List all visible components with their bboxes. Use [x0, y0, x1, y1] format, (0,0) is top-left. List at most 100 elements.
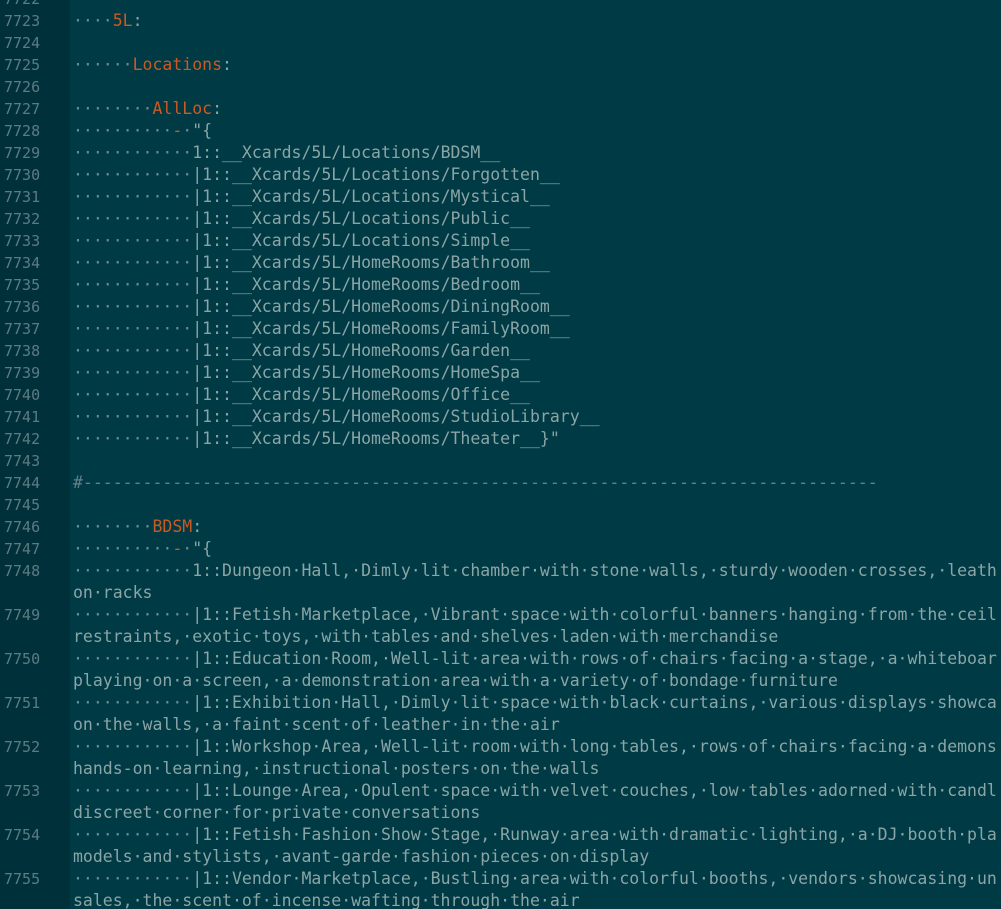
line-number: 7745 — [4, 496, 41, 514]
code-text: models·and·stylists,·avant-garde·fashion… — [73, 847, 650, 866]
code-line[interactable]: ············|1::__Xcards/5L/HomeRooms/Of… — [73, 384, 1001, 406]
line-number: 7750 — [4, 650, 41, 668]
code-line[interactable]: ············|1::__Xcards/5L/Locations/Pu… — [73, 208, 1001, 230]
code-line[interactable]: ············|1::Lounge·Area,·Opulent·spa… — [73, 780, 1001, 802]
line-number: 7751 — [4, 694, 41, 712]
code-text: |1::__Xcards/5L/HomeRooms/Garden__ — [192, 341, 530, 360]
whitespace-marker: ············ — [73, 165, 193, 184]
code-line[interactable]: ············|1::__Xcards/5L/HomeRooms/Ho… — [73, 362, 1001, 384]
code-line-wrap[interactable]: on·the·walls,·a·faint·scent·of·leather·i… — [73, 714, 1001, 736]
whitespace-marker: ·········· — [73, 121, 173, 140]
code-line[interactable]: ············|1::__Xcards/5L/HomeRooms/Ga… — [73, 340, 1001, 362]
line-number: 7742 — [4, 430, 41, 448]
code-text: |1::__Xcards/5L/HomeRooms/HomeSpa__ — [192, 363, 540, 382]
whitespace-marker: ············ — [73, 693, 193, 712]
line-number: 7734 — [4, 254, 41, 272]
yaml-key: - — [172, 539, 183, 558]
code-line-wrap[interactable]: on·racks — [73, 582, 1001, 604]
line-number: 7744 — [4, 474, 41, 492]
line-number: 7723 — [4, 12, 41, 30]
line-number: 7748 — [4, 562, 41, 580]
code-line[interactable]: ··········-·"{ — [73, 120, 1001, 142]
line-number: 7739 — [4, 364, 41, 382]
code-text: : — [192, 517, 203, 536]
line-number: 7754 — [4, 826, 41, 844]
code-text: |1::__Xcards/5L/HomeRooms/Theater__}" — [192, 429, 560, 448]
code-text: |1::__Xcards/5L/HomeRooms/DiningRoom__ — [192, 297, 570, 316]
comment-text: #---------------------------------------… — [73, 473, 878, 492]
code-editor[interactable]: 7722 7723 7724 7725 7726 7727 7728 7729 7730 7731… — [0, 0, 1001, 909]
whitespace-marker: ············ — [73, 187, 193, 206]
code-line[interactable] — [73, 450, 1001, 472]
code-line[interactable]: ············|1::Fetish·Marketplace,·Vibr… — [73, 604, 1001, 626]
line-number: 7724 — [4, 34, 41, 52]
code-text: |1::Workshop·Area,·Well-lit·room·with·lo… — [192, 737, 997, 756]
line-number: 7740 — [4, 386, 41, 404]
whitespace-marker: ············ — [73, 275, 193, 294]
whitespace-marker: ···· — [73, 11, 113, 30]
code-line[interactable]: ············|1::__Xcards/5L/Locations/Fo… — [73, 164, 1001, 186]
code-line[interactable]: ············|1::__Xcards/5L/HomeRooms/Fa… — [73, 318, 1001, 340]
code-line[interactable]: ············|1::__Xcards/5L/HomeRooms/Di… — [73, 296, 1001, 318]
whitespace-marker: ············ — [73, 385, 193, 404]
code-line-wrap[interactable]: sales,·the·scent·of·incense·wafting·thro… — [73, 890, 1001, 909]
code-text: restraints,·exotic·toys,·with·tables·and… — [73, 627, 779, 646]
line-number-wrap-spacer — [0, 670, 70, 692]
yaml-key: 5L — [112, 11, 133, 30]
code-text: |1::__Xcards/5L/HomeRooms/Bedroom__ — [192, 275, 540, 294]
code-line[interactable]: ············|1::__Xcards/5L/HomeRooms/Th… — [73, 428, 1001, 450]
code-line[interactable]: ··········-·"{ — [73, 538, 1001, 560]
code-line[interactable]: ············|1::Fetish·Fashion·Show·Stag… — [73, 824, 1001, 846]
code-line[interactable]: ········BDSM: — [73, 516, 1001, 538]
line-number-gutter: 7722 7723 7724 7725 7726 7727 7728 7729 7730 7731… — [0, 0, 70, 909]
code-line-wrap[interactable]: models·and·stylists,·avant-garde·fashion… — [73, 846, 1001, 868]
line-number: 7732 — [4, 210, 41, 228]
code-text: sales,·the·scent·of·incense·wafting·thro… — [73, 891, 580, 909]
code-text: : — [222, 55, 232, 74]
whitespace-marker: ············ — [73, 429, 193, 448]
code-line[interactable]: ············|1::__Xcards/5L/HomeRooms/Be… — [73, 274, 1001, 296]
code-line[interactable]: ······Locations: — [73, 54, 1001, 76]
whitespace-marker: ············ — [73, 231, 193, 250]
code-text: "{ — [192, 121, 213, 140]
code-line[interactable]: ············|1::Vendor·Marketplace,·Bust… — [73, 868, 1001, 890]
line-number: 7735 — [4, 276, 41, 294]
code-line[interactable]: ············|1::Exhibition·Hall,·Dimly·l… — [73, 692, 1001, 714]
code-line-wrap[interactable]: hands-on·learning,·instructional·posters… — [73, 758, 1001, 780]
code-area[interactable]: ····5L: ······Locations: ········AllLoc:… — [70, 0, 1001, 909]
code-line[interactable]: ············1::Dungeon·Hall,·Dimly·lit·c… — [73, 560, 1001, 582]
code-line[interactable]: ····5L: — [73, 10, 1001, 32]
code-line[interactable]: ············|1::Education·Room,·Well-lit… — [73, 648, 1001, 670]
code-line-wrap[interactable]: restraints,·exotic·toys,·with·tables·and… — [73, 626, 1001, 648]
line-number-wrap-spacer — [0, 846, 70, 868]
code-text: |1::Vendor·Marketplace,·Bustling·area·wi… — [192, 869, 997, 888]
whitespace-marker: ············ — [73, 825, 193, 844]
code-line[interactable] — [73, 76, 1001, 98]
code-line[interactable] — [73, 494, 1001, 516]
line-number: 7729 — [4, 144, 41, 162]
code-line[interactable]: #---------------------------------------… — [73, 472, 1001, 494]
whitespace-marker: ············ — [73, 869, 193, 888]
code-line[interactable]: ············|1::Workshop·Area,·Well-lit·… — [73, 736, 1001, 758]
code-text: |1::__Xcards/5L/Locations/Forgotten__ — [192, 165, 560, 184]
code-line[interactable]: ············1::__Xcards/5L/Locations/BDS… — [73, 142, 1001, 164]
code-line[interactable]: ········AllLoc: — [73, 98, 1001, 120]
whitespace-marker: ············ — [73, 363, 193, 382]
code-line[interactable]: ············|1::__Xcards/5L/HomeRooms/Ba… — [73, 252, 1001, 274]
code-text: playing·on·a·screen,·a·demonstration·are… — [73, 671, 838, 690]
code-text: on·racks — [73, 583, 153, 602]
code-line[interactable]: ············|1::__Xcards/5L/HomeRooms/St… — [73, 406, 1001, 428]
whitespace-marker: ············ — [73, 143, 193, 162]
code-line-wrap[interactable]: playing·on·a·screen,·a·demonstration·are… — [73, 670, 1001, 692]
code-line[interactable] — [73, 32, 1001, 54]
code-line-wrap[interactable]: discreet·corner·for·private·conversation… — [73, 802, 1001, 824]
whitespace-marker: ·········· — [73, 539, 173, 558]
code-text: |1::Exhibition·Hall,·Dimly·lit·space·wit… — [192, 693, 997, 712]
whitespace-marker: ············ — [73, 297, 193, 316]
code-line[interactable]: ············|1::__Xcards/5L/Locations/My… — [73, 186, 1001, 208]
line-number: 7727 — [4, 100, 41, 118]
whitespace-marker: ············ — [73, 407, 193, 426]
code-line[interactable]: ············|1::__Xcards/5L/Locations/Si… — [73, 230, 1001, 252]
code-line[interactable] — [73, 0, 1001, 10]
code-text: : — [212, 99, 223, 118]
